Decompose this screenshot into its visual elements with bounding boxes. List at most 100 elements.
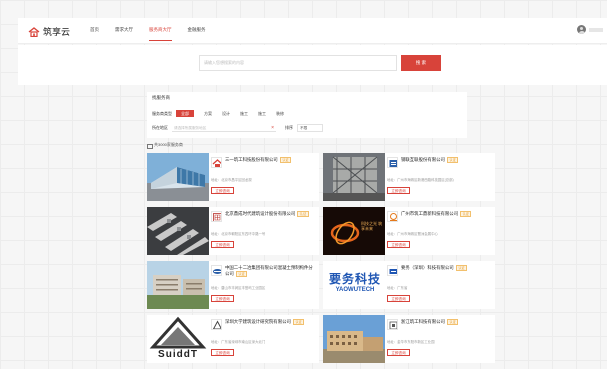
logo[interactable]: 筑享云 (28, 25, 70, 38)
verified-badge: 认证 (455, 265, 468, 271)
company-logo (211, 157, 222, 168)
verified-badge: 认证 (297, 211, 309, 217)
company-photo (323, 153, 385, 201)
provider-card[interactable]: 三一筑工科技股份有限公司 认证 地址：北京市昌平区回龙观 立即咨询 (147, 153, 319, 201)
company-logo (211, 319, 222, 330)
nav-home[interactable]: 首页 (90, 18, 99, 44)
consult-button[interactable]: 立即咨询 (387, 295, 410, 302)
suidar-logo-text: SuiddT (158, 349, 198, 360)
company-photo (147, 207, 209, 255)
consult-button[interactable]: 立即咨询 (211, 187, 234, 194)
provider-card[interactable]: 浙江筑工科技有限公司 认证 地址：金华市东阳市新区工业园 立即咨询 (323, 315, 495, 363)
company-name: 中国二十二冶集团有限公司混凝土预制构件分公司 认证 (225, 265, 315, 277)
company-name-text: 广州市筑工鼎新科技有限公司 (401, 211, 459, 217)
search-input[interactable]: 请输入您想搜索的内容 (199, 55, 397, 71)
type-chip-decoration[interactable]: 装修 (276, 110, 284, 117)
company-name: 浙江筑工科技有限公司 认证 (401, 319, 491, 325)
company-name: 三一筑工科技股份有限公司 认证 (225, 157, 315, 163)
verified-badge: 认证 (292, 319, 305, 325)
company-name: 要务（深圳）科技有限公司 认证 (401, 265, 491, 271)
company-address: 地址：唐山市丰润区丰登坞工业园区 (211, 286, 266, 290)
company-photo (323, 315, 385, 363)
company-logo (387, 211, 398, 222)
yaowu-logo-en: YAOWUTECH (335, 287, 375, 293)
result-count-text: 共3000家服务商 (154, 142, 183, 147)
consult-button[interactable]: 立即咨询 (387, 349, 410, 356)
verified-badge: 认证 (279, 157, 292, 163)
company-name-text: 北京鼎成时代建筑设计股份有限公司 (225, 211, 296, 217)
verified-badge: 认证 (446, 157, 459, 163)
company-photo: SuiddT (147, 315, 209, 363)
main-nav: 首页 需求大厅 服务商大厅 金融服务 (90, 18, 222, 44)
type-chip-plan[interactable]: 方案 (204, 110, 212, 117)
type-chip-all[interactable]: 全部 (176, 110, 194, 117)
list-icon (147, 143, 153, 149)
company-name-text: 要务（深圳）科技有限公司 (401, 265, 454, 271)
provider-card[interactable]: 中国二十二冶集团有限公司混凝土预制构件分公司 认证 地址：唐山市丰润区丰登坞工业园… (147, 261, 319, 309)
region-label: 所在地区 (152, 125, 168, 130)
verified-badge: 认证 (446, 319, 459, 325)
type-chip-construction[interactable]: 施工 (240, 110, 248, 117)
provider-card[interactable]: 北京鼎成时代建筑设计股份有限公司 认证 地址：北京市朝阳区东四环中路一号 立即咨询 (147, 207, 319, 255)
company-logo (387, 319, 398, 330)
logo-text: 筑享云 (43, 27, 71, 37)
company-name: 深圳大学建筑设计研究院有限公司 认证 (225, 319, 315, 325)
yaowu-logo-cn: 要务科技 (328, 272, 381, 286)
clear-icon[interactable]: × (271, 124, 274, 132)
provider-card[interactable]: 要务科技 YAOWUTECH 要务（深圳）科技有限公司 认证 地址：广东省 立即咨… (323, 261, 495, 309)
company-logo (387, 157, 398, 168)
company-name: 北京鼎成时代建筑设计股份有限公司 认证 (225, 211, 315, 217)
search-band: 请输入您想搜索的内容 搜 索 (18, 45, 607, 85)
sort-select[interactable]: 不限 (297, 124, 323, 132)
company-address: 地址：北京市昌平区回龙观 (211, 178, 252, 182)
company-name-text: 三一筑工科技股份有限公司 (225, 157, 278, 163)
nav-finance[interactable]: 金融服务 (188, 18, 206, 44)
company-logo (211, 211, 222, 222)
region-sort-row: 所在地区 请选择所属服务地区 × 排序 不限 (152, 124, 323, 132)
user-name-placeholder (589, 27, 603, 32)
filter-panel: 找服务商 服务商类型 全部 方案 设计 施工 施工 装修 所在地区 请选择所属服… (147, 92, 467, 138)
filter-title: 找服务商 (152, 95, 170, 100)
sort-label: 排序 (285, 125, 293, 130)
type-filter-label: 服务商类型 (152, 110, 172, 116)
region-placeholder: 请选择所属服务地区 (174, 126, 207, 130)
top-header: 筑享云 首页 需求大厅 服务商大厅 金融服务 (18, 18, 607, 44)
provider-card[interactable]: 科技之光 筑享未来 广州市筑工鼎新科技有限公司 认证 地址：广州市海珠区琶洲会展中… (323, 207, 495, 255)
nav-provider-hall[interactable]: 服务商大厅 (149, 18, 172, 44)
company-address: 地址：广州市海珠区琶洲会展中心 (387, 232, 438, 236)
company-name: 广州市筑工鼎新科技有限公司 认证 (401, 211, 491, 217)
verified-badge: 认证 (235, 270, 248, 277)
company-logo (211, 265, 222, 276)
company-address: 地址：金华市东阳市新区工业园 (387, 340, 435, 344)
search-button[interactable]: 搜 索 (401, 55, 441, 71)
consult-button[interactable]: 立即咨询 (387, 187, 410, 194)
company-photo: 科技之光 筑享未来 (323, 207, 385, 255)
company-name-text: 深圳大学建筑设计研究院有限公司 (225, 319, 291, 325)
company-photo: 要务科技 YAOWUTECH (323, 261, 385, 309)
consult-button[interactable]: 立即咨询 (211, 349, 234, 356)
result-count: 共3000家服务商 (147, 142, 183, 149)
company-name-text: 钢联互联股份有限公司 (401, 157, 445, 163)
provider-card[interactable]: SuiddT 深圳大学建筑设计研究院有限公司 认证 地址：广东省深圳市南山区深大北… (147, 315, 319, 363)
type-chip-design[interactable]: 设计 (222, 110, 230, 117)
company-address: 地址：广东省 (387, 286, 408, 290)
consult-button[interactable]: 立即咨询 (211, 241, 234, 248)
house-logo-icon (28, 26, 40, 37)
consult-button[interactable]: 立即咨询 (387, 241, 410, 248)
company-address: 地址：北京市朝阳区东四环中路一号 (211, 232, 266, 236)
type-chip-construction-2[interactable]: 施工 (258, 110, 266, 117)
consult-button[interactable]: 立即咨询 (211, 295, 234, 302)
company-logo (387, 265, 398, 276)
company-address: 地址：广东省深圳市南山区深大北门 (211, 340, 266, 344)
avatar-icon[interactable] (577, 25, 586, 34)
company-name: 钢联互联股份有限公司 认证 (401, 157, 491, 163)
nav-demand-hall[interactable]: 需求大厅 (115, 18, 133, 44)
type-filter-row: 服务商类型 全部 方案 设计 施工 施工 装修 (152, 110, 294, 117)
verified-badge: 认证 (460, 211, 472, 217)
region-input[interactable]: 请选择所属服务地区 × (172, 124, 276, 132)
user-menu[interactable] (577, 25, 603, 34)
company-address: 地址：广州市海珠区新港西路科技园区(总部) (387, 178, 454, 182)
provider-card[interactable]: 钢联互联股份有限公司 认证 地址：广州市海珠区新港西路科技园区(总部) 立即咨询 (323, 153, 495, 201)
company-name-text: 浙江筑工科技有限公司 (401, 319, 445, 325)
company-photo (147, 261, 209, 309)
